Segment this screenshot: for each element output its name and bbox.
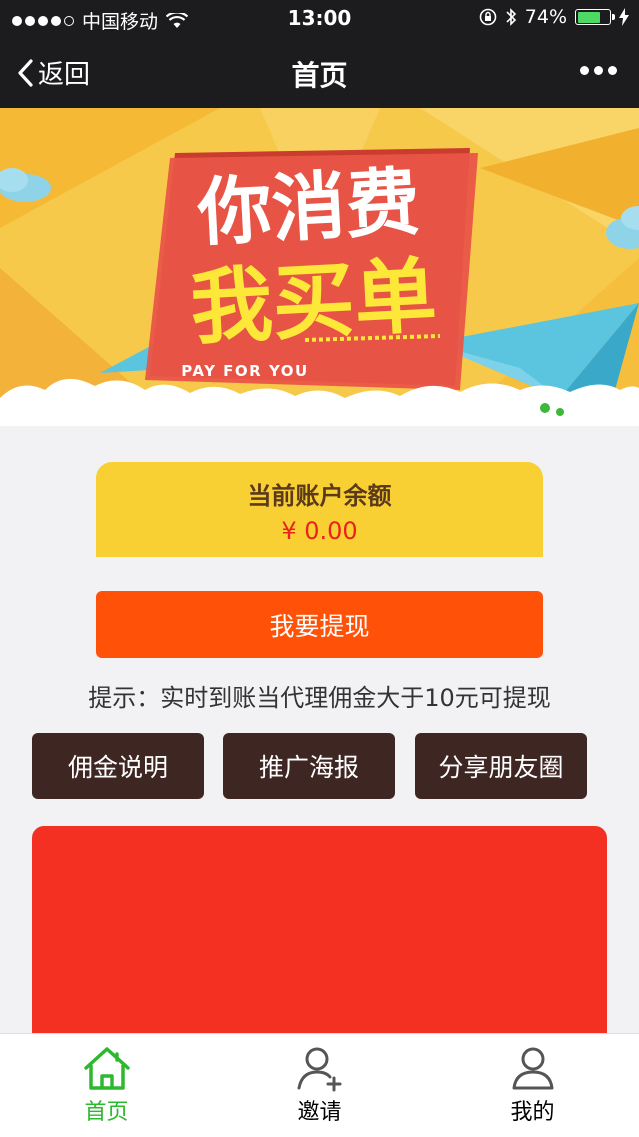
charging-icon xyxy=(619,8,629,26)
status-right: 74% xyxy=(479,6,629,28)
balance-title: 当前账户余额 xyxy=(247,482,392,510)
share-moments-button[interactable]: 分享朋友圈 xyxy=(415,733,587,799)
battery-percent: 74% xyxy=(524,6,567,28)
tab-bar: 首页 邀请 我的 xyxy=(0,1033,639,1137)
tab-home-label: 首页 xyxy=(84,1100,129,1125)
tab-invite[interactable]: 邀请 xyxy=(213,1034,426,1137)
status-bar: 中国移动 13:00 74% xyxy=(0,0,639,36)
more-dots-icon[interactable] xyxy=(580,66,617,75)
battery-level xyxy=(577,11,601,23)
banner-subtitle: PAY FOR YOU xyxy=(181,362,308,380)
tab-home[interactable]: 首页 xyxy=(0,1034,213,1137)
page-title: 首页 xyxy=(291,59,348,92)
tab-mine[interactable]: 我的 xyxy=(426,1034,639,1137)
battery-icon xyxy=(575,9,615,25)
red-content-panel xyxy=(32,826,607,1066)
invite-user-icon xyxy=(297,1047,341,1092)
orientation-lock-icon xyxy=(479,8,497,26)
banner-illustration: 你消费 我买单 PAY FOR YOU xyxy=(0,108,639,426)
promo-banner[interactable]: 你消费 我买单 PAY FOR YOU xyxy=(0,108,639,426)
withdraw-button[interactable]: 我要提现 xyxy=(96,591,543,658)
profile-icon xyxy=(512,1047,553,1090)
bluetooth-icon xyxy=(506,8,516,26)
balance-amount: ¥ 0.00 xyxy=(281,517,358,545)
tab-mine-label: 我的 xyxy=(510,1100,555,1125)
withdraw-tip: 提示：实时到账当代理佣金大于10元可提现 xyxy=(88,684,551,712)
nav-bar: 返回 首页 xyxy=(0,36,639,108)
banner-line1: 你消费 xyxy=(195,159,422,257)
home-icon xyxy=(83,1047,130,1090)
balance-card: 当前账户余额 ¥ 0.00 xyxy=(96,462,543,557)
promo-poster-button[interactable]: 推广海报 xyxy=(223,733,395,799)
commission-info-button[interactable]: 佣金说明 xyxy=(32,733,204,799)
tab-invite-label: 邀请 xyxy=(297,1100,342,1125)
